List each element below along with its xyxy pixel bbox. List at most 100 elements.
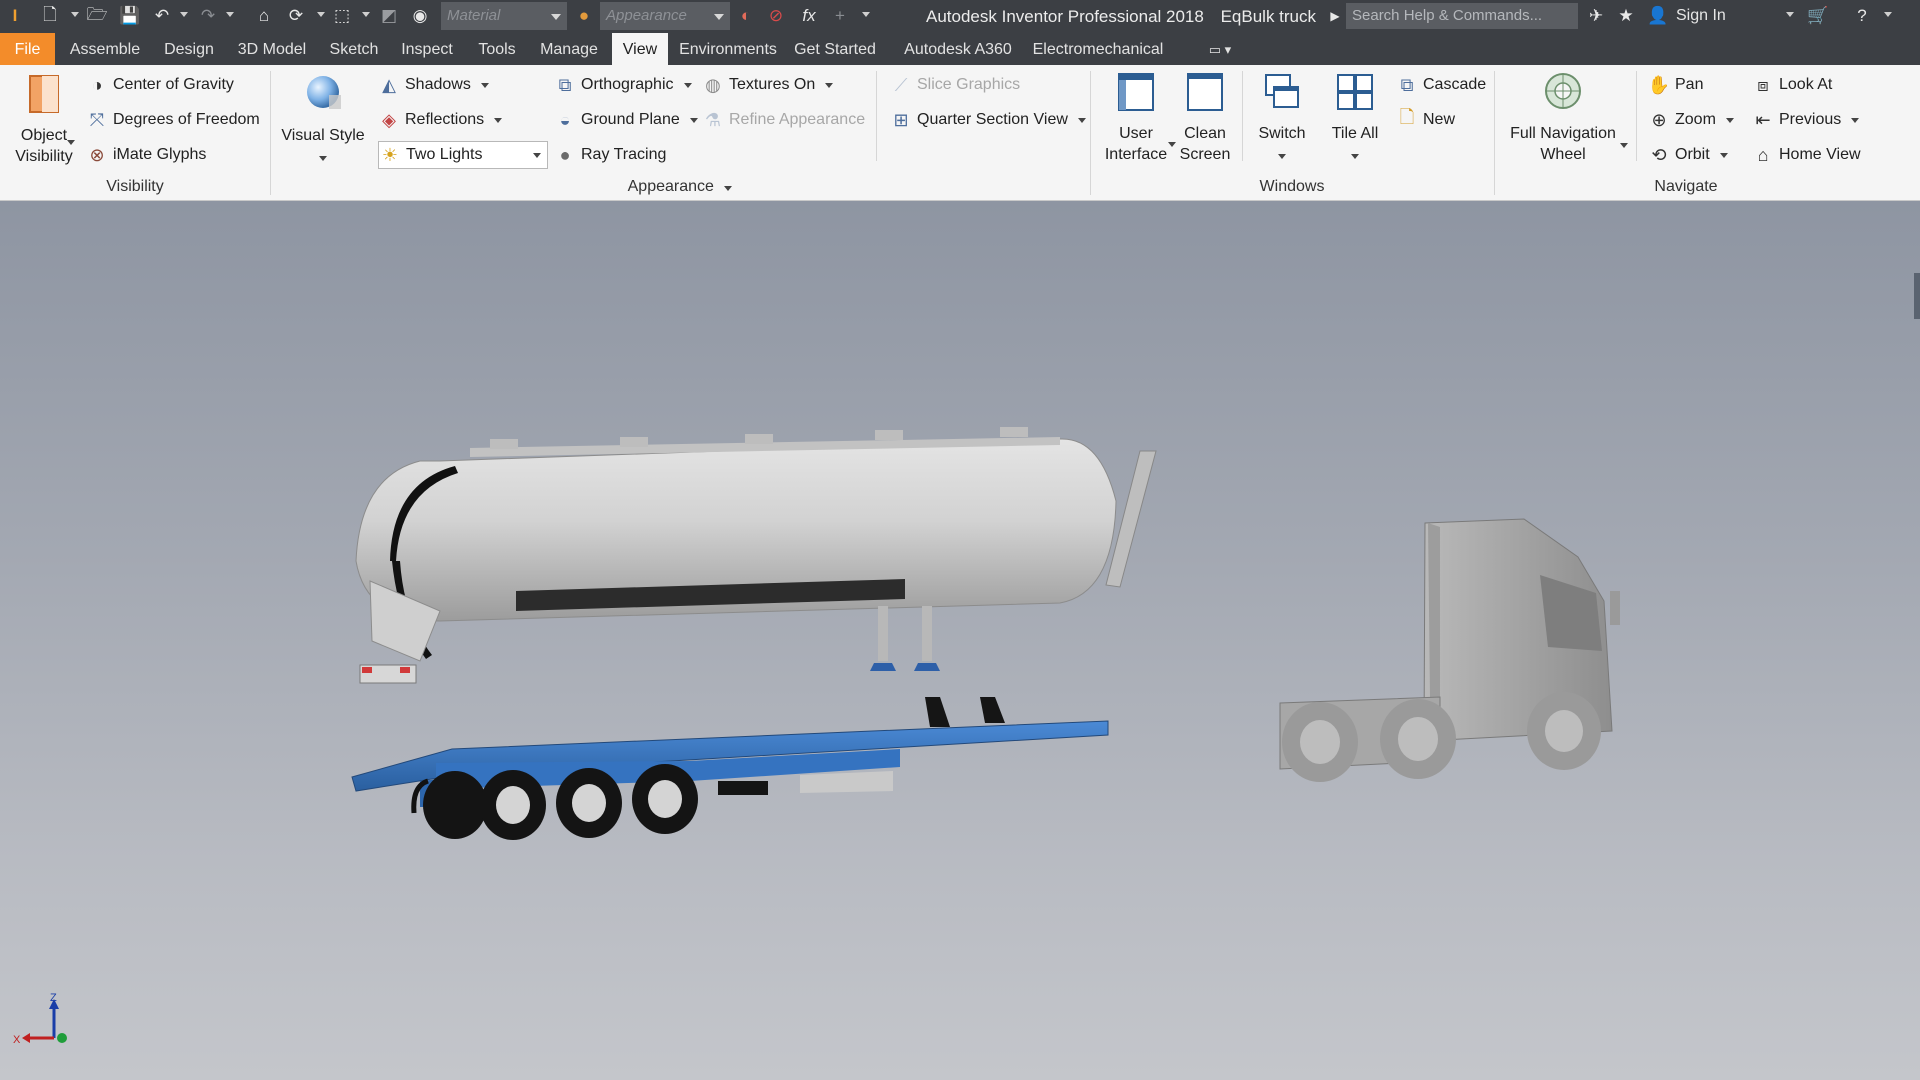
help-icon[interactable]: ? — [1850, 4, 1874, 28]
tab-get-started[interactable]: Get Started — [790, 33, 880, 65]
cascade-icon: ⧉ — [1400, 74, 1414, 95]
ground-plane-icon: ◒ — [559, 109, 571, 130]
shadows-button[interactable]: ◭ Shadows — [378, 71, 489, 99]
panel-divider — [1494, 71, 1495, 195]
center-of-gravity-toggle[interactable]: ◑ Center of Gravity — [86, 71, 234, 99]
new-window-button[interactable]: 🗋 New — [1396, 106, 1455, 134]
clean-screen-button[interactable]: Clean Screen — [1172, 71, 1238, 165]
lighting-style-value: Two Lights — [406, 146, 483, 163]
view-triad: Z X — [13, 992, 67, 1046]
help-dropdown-icon[interactable] — [1884, 12, 1892, 17]
lighting-style-select[interactable]: ☀ Two Lights — [378, 141, 548, 169]
search-input[interactable]: Search Help & Commands... — [1346, 3, 1578, 29]
slice-graphics-button[interactable]: ⟋ Slice Graphics — [890, 71, 1020, 99]
cascade-button[interactable]: ⧉ Cascade — [1396, 71, 1487, 99]
parameters-fx-icon[interactable]: fx — [797, 4, 821, 28]
sign-in-dropdown-icon[interactable] — [1786, 12, 1794, 17]
degrees-of-freedom-icon: ⤧ — [89, 109, 105, 130]
undo-dropdown-icon[interactable] — [180, 12, 188, 17]
imate-glyphs-toggle[interactable]: ⊗ iMate Glyphs — [86, 141, 206, 169]
look-at-button[interactable]: ⧈ Look At — [1752, 71, 1832, 99]
shadows-dropdown-icon — [480, 82, 489, 88]
full-navigation-wheel-button[interactable]: Full Navigation Wheel — [1504, 71, 1622, 165]
model-icon[interactable]: ◩ — [377, 4, 401, 28]
appearance-panel-label[interactable]: Appearance — [620, 178, 740, 196]
redo-dropdown-icon[interactable] — [226, 12, 234, 17]
visual-style-button[interactable]: Visual Style — [280, 73, 366, 167]
orbit-button[interactable]: ⟲ Orbit — [1648, 141, 1728, 169]
home-view-button[interactable]: ⌂ Home View — [1752, 141, 1861, 169]
zoom-button[interactable]: ⊕ Zoom — [1648, 106, 1734, 134]
orthographic-button[interactable]: ⧉ Orthographic — [554, 71, 692, 99]
tab-electromechanical[interactable]: Electromechanical — [1028, 33, 1168, 65]
reflections-button[interactable]: ◈ Reflections — [378, 106, 503, 134]
object-visibility-button[interactable]: Object Visibility — [8, 73, 80, 167]
pan-label: Pan — [1675, 76, 1704, 93]
search-binoculars-icon[interactable]: ✈ — [1584, 4, 1608, 28]
switch-button[interactable]: Switch — [1250, 71, 1314, 165]
previous-view-icon: ⇤ — [1755, 109, 1771, 130]
ray-tracing-button[interactable]: ● Ray Tracing — [554, 141, 667, 169]
favorites-star-icon[interactable]: ★ — [1614, 4, 1638, 28]
silo-tank-part[interactable] — [355, 427, 1157, 684]
tab-autodesk-a360[interactable]: Autodesk A360 — [897, 33, 1019, 65]
add-icon[interactable]: + — [828, 4, 852, 28]
new-file-icon[interactable]: 🗋 — [38, 4, 62, 28]
cascade-label: Cascade — [1423, 76, 1487, 93]
open-icon[interactable]: 🗁 — [85, 4, 109, 28]
save-icon[interactable]: 💾 — [118, 4, 142, 28]
tractor-cab-part[interactable] — [1279, 518, 1620, 782]
navigate-panel-label: Navigate — [1654, 178, 1718, 195]
material-combo[interactable]: Material — [441, 2, 567, 30]
tab-environments[interactable]: Environments — [676, 33, 780, 65]
zoom-icon: ⊕ — [1651, 109, 1667, 130]
model-scene[interactable]: Z X — [0, 201, 1920, 1080]
previous-view-button[interactable]: ⇤ Previous — [1752, 106, 1860, 134]
tab-file[interactable]: File — [0, 33, 55, 65]
tab-inspect[interactable]: Inspect — [393, 33, 461, 65]
graphics-viewport[interactable]: Z X — [0, 201, 1920, 1080]
lighting-dropdown-icon — [533, 153, 541, 158]
adjust-appearance-icon[interactable]: ◐ — [734, 4, 758, 28]
home-icon[interactable]: ⌂ — [252, 4, 276, 28]
tab-tools[interactable]: Tools — [468, 33, 526, 65]
chevron-right-icon[interactable]: ▶ — [1323, 4, 1347, 28]
ribbon-options-icon[interactable]: ▭ ▾ — [1200, 33, 1240, 65]
navigation-wheel-icon — [1545, 73, 1581, 109]
viewcube-handle[interactable] — [1914, 273, 1920, 319]
tab-assemble[interactable]: Assemble — [62, 33, 148, 65]
tab-3d-model[interactable]: 3D Model — [230, 33, 314, 65]
ground-plane-button[interactable]: ◒ Ground Plane — [554, 106, 698, 134]
inventor-logo-icon[interactable]: I — [3, 4, 27, 28]
appearance-combo-text: Appearance — [606, 7, 687, 24]
tab-sketch[interactable]: Sketch — [322, 33, 386, 65]
update-dropdown-icon[interactable] — [317, 12, 325, 17]
degrees-of-freedom-toggle[interactable]: ⤧ Degrees of Freedom — [86, 106, 260, 134]
refine-appearance-button[interactable]: ⚗ Refine Appearance — [702, 106, 865, 134]
redo-icon[interactable]: ↷ — [196, 4, 220, 28]
clear-appearance-icon[interactable]: ⊘ — [764, 4, 788, 28]
globe-icon[interactable]: ◉ — [408, 4, 432, 28]
tab-view[interactable]: View — [612, 33, 668, 65]
object-visibility-dropdown-icon[interactable] — [67, 140, 75, 145]
pan-button[interactable]: ✋ Pan — [1648, 71, 1704, 99]
tile-all-button[interactable]: Tile All — [1322, 71, 1388, 165]
select-dropdown-icon[interactable] — [362, 12, 370, 17]
customize-dropdown-icon[interactable] — [862, 12, 870, 17]
select-icon[interactable]: ⬚ — [330, 4, 354, 28]
quarter-section-view-button[interactable]: ⊞ Quarter Section View — [890, 106, 1086, 134]
user-interface-button[interactable]: User Interface — [1100, 71, 1172, 165]
undo-icon[interactable]: ↶ — [150, 4, 174, 28]
cart-icon[interactable]: 🛒 — [1806, 4, 1830, 28]
update-icon[interactable]: ⟳ — [284, 4, 308, 28]
textures-on-button[interactable]: ◍ Textures On — [702, 71, 834, 99]
visual-style-label: Visual Style — [281, 127, 365, 144]
new-dropdown-icon[interactable] — [71, 12, 79, 17]
tab-design[interactable]: Design — [155, 33, 223, 65]
tab-manage[interactable]: Manage — [533, 33, 605, 65]
navigation-wheel-dropdown-icon[interactable] — [1620, 143, 1628, 148]
refine-appearance-label: Refine Appearance — [729, 111, 866, 128]
degrees-of-freedom-label: Degrees of Freedom — [113, 111, 260, 128]
sign-in-button[interactable]: Sign In — [1676, 7, 1726, 25]
appearance-combo[interactable]: Appearance — [600, 2, 730, 30]
